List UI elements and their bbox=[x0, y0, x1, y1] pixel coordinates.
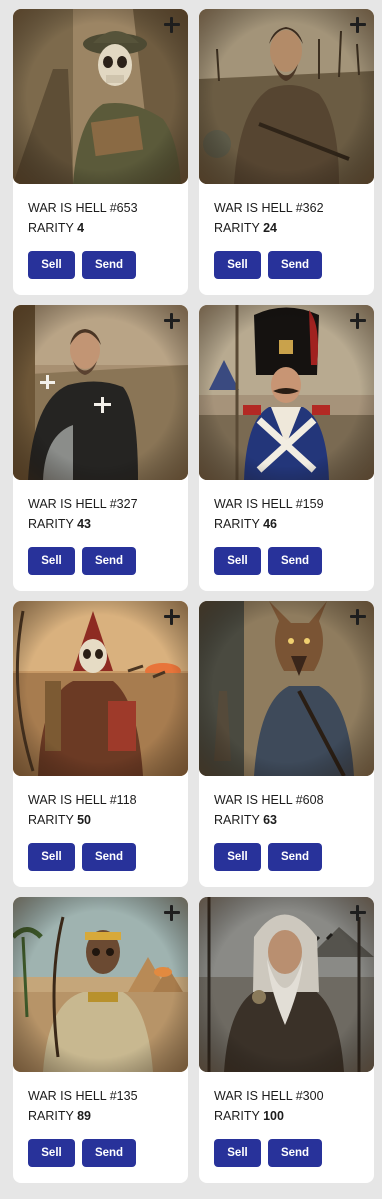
rarity-label: RARITY bbox=[28, 813, 74, 827]
send-button[interactable]: Send bbox=[82, 843, 136, 871]
sell-button[interactable]: Sell bbox=[28, 251, 75, 279]
add-icon[interactable] bbox=[350, 905, 366, 921]
add-icon[interactable] bbox=[164, 609, 180, 625]
rarity-row: RARITY 100 bbox=[214, 1109, 284, 1123]
nft-artwork[interactable] bbox=[199, 305, 374, 480]
rarity-row: RARITY 50 bbox=[28, 813, 91, 827]
rarity-row: RARITY 24 bbox=[214, 221, 277, 235]
rarity-value: 4 bbox=[77, 221, 85, 235]
send-button[interactable]: Send bbox=[82, 547, 136, 575]
rarity-label: RARITY bbox=[214, 1109, 260, 1123]
rarity-value: 43 bbox=[77, 517, 92, 531]
sell-button[interactable]: Sell bbox=[28, 547, 75, 575]
nft-artwork[interactable] bbox=[13, 601, 188, 776]
add-icon[interactable] bbox=[164, 17, 180, 33]
wolf-soldier-artwork bbox=[199, 601, 374, 776]
rarity-label: RARITY bbox=[214, 221, 260, 235]
sell-button[interactable]: Sell bbox=[214, 547, 261, 575]
rarity-label: RARITY bbox=[214, 813, 260, 827]
nft-title: WAR IS HELL #118 bbox=[28, 793, 137, 807]
nft-card[interactable]: WAR IS HELL #300 RARITY 100 Sell Send bbox=[199, 897, 374, 1183]
ragged-soldier-battlefield-artwork bbox=[199, 9, 374, 184]
rarity-row: RARITY 63 bbox=[214, 813, 277, 827]
send-button[interactable]: Send bbox=[82, 251, 136, 279]
add-icon[interactable] bbox=[164, 313, 180, 329]
nft-title: WAR IS HELL #300 bbox=[214, 1089, 324, 1103]
nft-title: WAR IS HELL #135 bbox=[28, 1089, 138, 1103]
add-icon[interactable] bbox=[350, 17, 366, 33]
sell-button[interactable]: Sell bbox=[214, 843, 261, 871]
send-button[interactable]: Send bbox=[268, 843, 322, 871]
rarity-label: RARITY bbox=[214, 517, 260, 531]
nft-card-grid: WAR IS HELL #653 RARITY 4 Sell Send WAR … bbox=[0, 0, 382, 1199]
sell-button[interactable]: Sell bbox=[214, 251, 261, 279]
send-button[interactable]: Send bbox=[268, 251, 322, 279]
bearskin-grenadier-artwork bbox=[199, 305, 374, 480]
nft-artwork[interactable] bbox=[199, 897, 374, 1072]
nft-title: WAR IS HELL #653 bbox=[28, 201, 138, 215]
rarity-row: RARITY 89 bbox=[28, 1109, 91, 1123]
nft-artwork[interactable] bbox=[199, 9, 374, 184]
nft-title: WAR IS HELL #327 bbox=[28, 497, 138, 511]
rarity-value: 63 bbox=[263, 813, 278, 827]
rarity-value: 50 bbox=[77, 813, 92, 827]
rarity-value: 46 bbox=[263, 517, 278, 531]
rarity-value: 24 bbox=[263, 221, 278, 235]
nft-card[interactable]: WAR IS HELL #608 RARITY 63 Sell Send bbox=[199, 601, 374, 887]
rarity-row: RARITY 43 bbox=[28, 517, 91, 531]
sell-button[interactable]: Sell bbox=[28, 843, 75, 871]
nft-artwork[interactable] bbox=[13, 897, 188, 1072]
rarity-value: 100 bbox=[263, 1109, 284, 1123]
nft-title: WAR IS HELL #159 bbox=[214, 497, 324, 511]
add-icon[interactable] bbox=[350, 609, 366, 625]
nft-card[interactable]: WAR IS HELL #327 RARITY 43 Sell Send bbox=[13, 305, 188, 591]
egyptian-undead-warrior-artwork bbox=[13, 897, 188, 1072]
rarity-row: RARITY 46 bbox=[214, 517, 277, 531]
sell-button[interactable]: Sell bbox=[214, 1139, 261, 1167]
nft-card[interactable]: WAR IS HELL #135 RARITY 89 Sell Send bbox=[13, 897, 188, 1183]
rarity-value: 89 bbox=[77, 1109, 92, 1123]
nft-title: WAR IS HELL #608 bbox=[214, 793, 324, 807]
skeleton-soldier-trench-artwork bbox=[13, 9, 188, 184]
rarity-row: RARITY 4 bbox=[28, 221, 84, 235]
rarity-label: RARITY bbox=[28, 1109, 74, 1123]
nft-artwork[interactable] bbox=[13, 305, 188, 480]
nft-card[interactable]: WAR IS HELL #118 RARITY 50 Sell Send bbox=[13, 601, 188, 887]
rarity-label: RARITY bbox=[28, 221, 74, 235]
nft-artwork[interactable] bbox=[13, 9, 188, 184]
sell-button[interactable]: Sell bbox=[28, 1139, 75, 1167]
crusader-knight-artwork bbox=[13, 305, 188, 480]
skeleton-archer-desert-artwork bbox=[13, 601, 188, 776]
add-icon[interactable] bbox=[350, 313, 366, 329]
nft-artwork[interactable] bbox=[199, 601, 374, 776]
rarity-label: RARITY bbox=[28, 517, 74, 531]
send-button[interactable]: Send bbox=[268, 1139, 322, 1167]
send-button[interactable]: Send bbox=[268, 547, 322, 575]
send-button[interactable]: Send bbox=[82, 1139, 136, 1167]
nft-card[interactable]: WAR IS HELL #653 RARITY 4 Sell Send bbox=[13, 9, 188, 295]
bearded-elder-warrior-artwork bbox=[199, 897, 374, 1072]
nft-title: WAR IS HELL #362 bbox=[214, 201, 324, 215]
add-icon[interactable] bbox=[164, 905, 180, 921]
nft-card[interactable]: WAR IS HELL #159 RARITY 46 Sell Send bbox=[199, 305, 374, 591]
nft-card[interactable]: WAR IS HELL #362 RARITY 24 Sell Send bbox=[199, 9, 374, 295]
